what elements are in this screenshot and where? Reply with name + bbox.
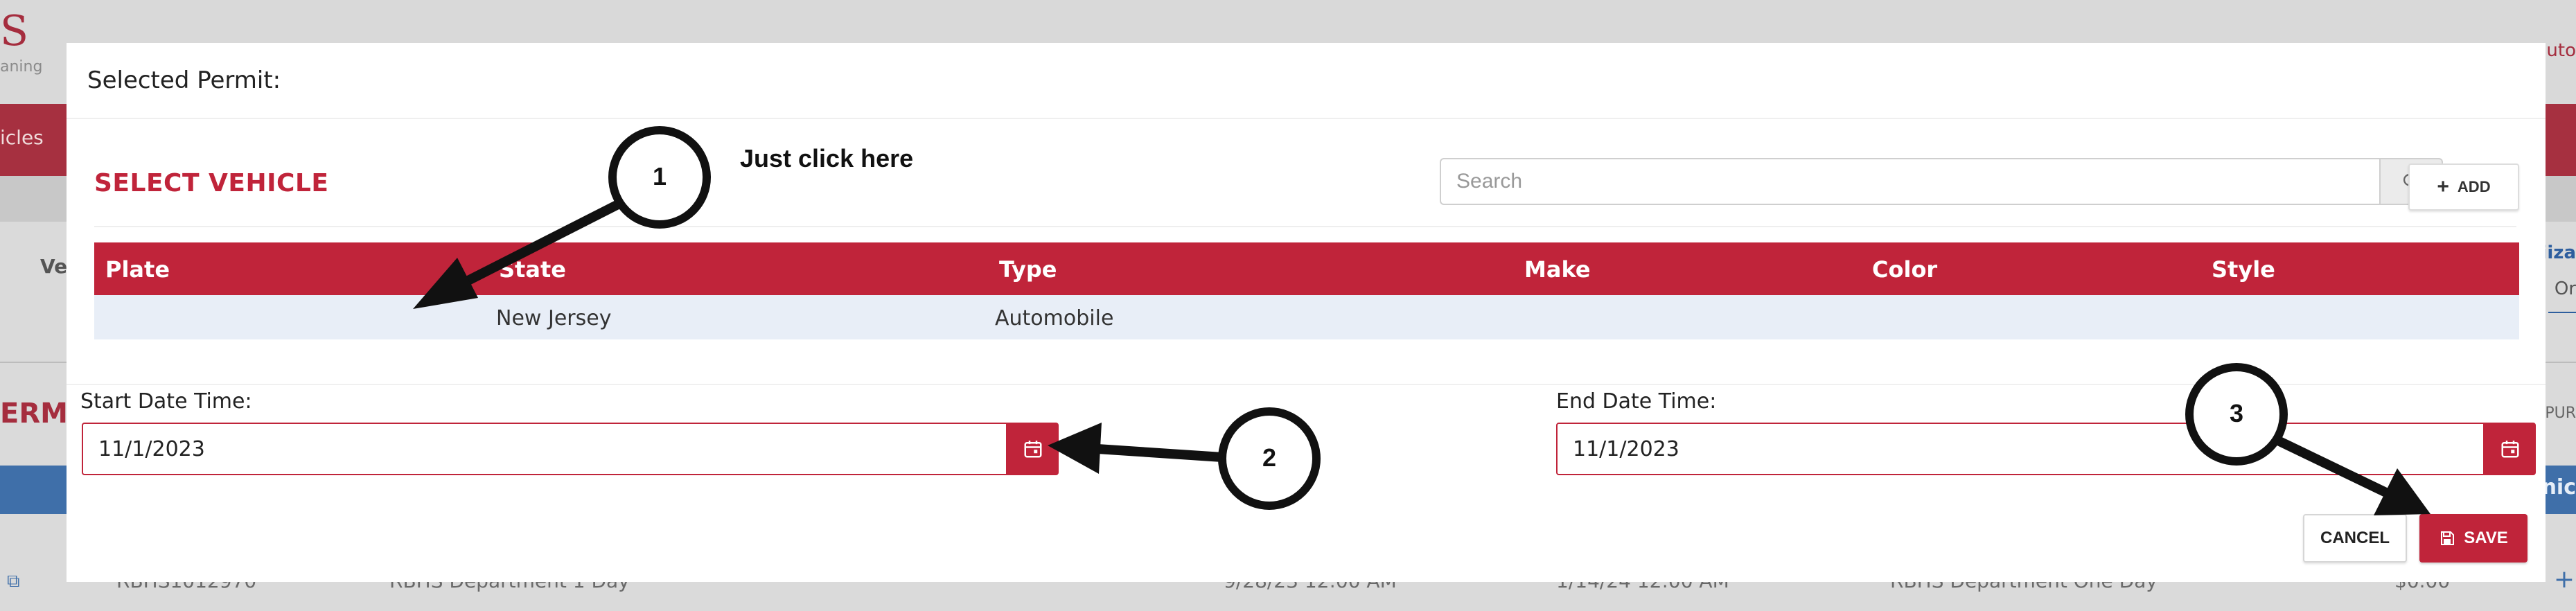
save-button[interactable]: SAVE — [2419, 514, 2528, 563]
right-underline — [2548, 312, 2576, 313]
calendar-icon — [2501, 441, 2519, 458]
vehicle-table-header: Plate State Type Make Color Style — [94, 242, 2519, 295]
vehicle-section-label: Ve — [40, 255, 68, 278]
section-divider — [94, 226, 2516, 227]
right-subheading: Or — [2554, 278, 2576, 299]
app-logo-subtitle: aning — [0, 58, 43, 76]
start-date-label: Start Date Time: — [80, 389, 252, 414]
end-date-input[interactable] — [1556, 423, 2485, 475]
end-date-label: End Date Time: — [1556, 389, 1717, 414]
form-divider — [67, 384, 2546, 385]
floppy-disk-icon — [2441, 531, 2455, 545]
bluebar-right-text: nic — [2541, 475, 2576, 499]
column-header-plate[interactable]: Plate — [105, 256, 170, 283]
plus-icon: + — [2437, 175, 2449, 198]
column-header-style[interactable]: Style — [2212, 256, 2275, 283]
column-header-type[interactable]: Type — [999, 256, 1057, 283]
purchase-label: PUR — [2545, 405, 2576, 422]
table-row[interactable]: New Jersey Automobile — [94, 295, 2519, 339]
right-heading: iiza — [2541, 242, 2576, 263]
cell-state: New Jersey — [496, 306, 612, 330]
add-vehicle-button[interactable]: + ADD — [2408, 163, 2519, 211]
column-header-color[interactable]: Color — [1872, 256, 1937, 283]
add-button-label: ADD — [2457, 178, 2491, 195]
column-header-make[interactable]: Make — [1524, 256, 1591, 283]
start-date-picker-button[interactable] — [1007, 423, 1059, 475]
calendar-icon — [1024, 441, 1042, 458]
save-button-label: SAVE — [2464, 529, 2508, 547]
plus-icon: + — [2553, 565, 2575, 594]
cancel-button[interactable]: CANCEL — [2303, 514, 2407, 563]
app-logo: S — [0, 7, 29, 55]
cell-type: Automobile — [995, 306, 1114, 330]
modal-title: Selected Permit: — [87, 67, 281, 94]
start-date-input[interactable] — [82, 423, 1007, 475]
column-header-state[interactable]: State — [499, 256, 566, 283]
nav-item-vehicles: icles — [0, 126, 44, 149]
vehicle-search-input[interactable] — [1440, 158, 2381, 205]
end-date-picker-button[interactable] — [2485, 423, 2536, 475]
external-link-icon: ⧉ — [7, 571, 20, 592]
selected-permit-modal: Selected Permit: SELECT VEHICLE + ADD Pl… — [67, 43, 2546, 582]
select-vehicle-heading: SELECT VEHICLE — [94, 169, 329, 197]
vehicle-table: Plate State Type Make Color Style New Je… — [94, 242, 2519, 339]
modal-header: Selected Permit: — [67, 43, 2546, 119]
